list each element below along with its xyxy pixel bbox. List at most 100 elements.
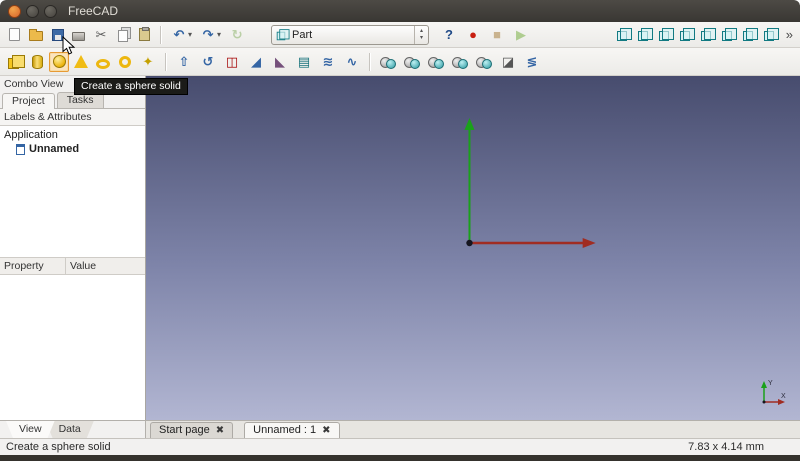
part-section-button[interactable]: ◪ bbox=[497, 52, 519, 72]
open-document-icon bbox=[29, 31, 43, 41]
tree-item-label: Application bbox=[4, 129, 58, 141]
viewport-canvas bbox=[146, 76, 800, 420]
view-top-button[interactable] bbox=[677, 26, 696, 44]
document-tabs: Start page ✖ Unnamed : 1 ✖ bbox=[146, 421, 800, 438]
panel-bottom-tabs: View Data bbox=[0, 421, 146, 438]
value-column-header[interactable]: Value bbox=[66, 258, 145, 274]
copy-button[interactable] bbox=[114, 26, 133, 44]
toolbar-separator bbox=[165, 53, 167, 71]
combo-spinner-icon[interactable]: ▴ ▾ bbox=[414, 26, 428, 44]
refresh-button[interactable]: ↻ bbox=[226, 26, 248, 44]
part-tube-icon bbox=[119, 56, 131, 68]
standard-toolbar: ✂↶▾↷▾↻ Part ▴ ▾ ?●■▶ » bbox=[0, 22, 800, 48]
part-boolean-icon bbox=[404, 55, 420, 69]
part-sweep-button[interactable]: ∿ bbox=[341, 52, 363, 72]
cut-icon: ✂ bbox=[93, 27, 109, 43]
window-maximize-button[interactable] bbox=[44, 5, 57, 18]
tab-project[interactable]: Project bbox=[2, 93, 55, 109]
part-cylinder-button[interactable] bbox=[27, 52, 47, 72]
part-chamfer-icon: ◣ bbox=[272, 54, 288, 70]
3d-viewport[interactable]: Y X bbox=[146, 76, 800, 420]
part-tube-button[interactable] bbox=[115, 52, 135, 72]
part-fillet-button[interactable]: ◢ bbox=[245, 52, 267, 72]
whats-this-button[interactable]: ? bbox=[438, 26, 460, 44]
tree-item-application[interactable]: Application bbox=[0, 128, 145, 142]
redo-button[interactable]: ↷▾ bbox=[197, 26, 224, 44]
part-cone-icon bbox=[74, 55, 88, 68]
copy-icon bbox=[118, 30, 128, 42]
property-editor bbox=[0, 275, 145, 420]
part-ruled-surface-button[interactable]: ▤ bbox=[293, 52, 315, 72]
part-primitives-button[interactable]: ✦ bbox=[137, 52, 159, 72]
dropdown-arrow-icon[interactable]: ▾ bbox=[188, 30, 192, 39]
part-box-button[interactable] bbox=[5, 52, 25, 72]
combo-down-arrow-icon[interactable]: ▾ bbox=[420, 35, 423, 42]
status-message: Create a sphere solid bbox=[6, 441, 111, 453]
part-cut-button[interactable] bbox=[425, 52, 447, 72]
view-rear-icon bbox=[722, 31, 732, 41]
part-torus-icon bbox=[96, 59, 110, 69]
part-section-icon: ◪ bbox=[500, 54, 516, 70]
tooltip: Create a sphere solid bbox=[74, 78, 188, 95]
property-column-header[interactable]: Property bbox=[0, 258, 66, 274]
part-revolve-icon: ↺ bbox=[200, 54, 216, 70]
view-left-button[interactable] bbox=[761, 26, 780, 44]
dropdown-arrow-icon[interactable]: ▾ bbox=[217, 30, 221, 39]
view-front-button[interactable] bbox=[656, 26, 675, 44]
part-compound-icon bbox=[380, 55, 396, 69]
workbench-selector[interactable]: Part ▴ ▾ bbox=[271, 25, 429, 45]
axis-indicator-icon: Y X bbox=[756, 376, 790, 408]
part-sweep-icon: ∿ bbox=[344, 54, 360, 70]
close-tab-icon[interactable]: ✖ bbox=[216, 425, 224, 436]
part-mirror-button[interactable]: ◫ bbox=[221, 52, 243, 72]
part-union-button[interactable] bbox=[449, 52, 471, 72]
view-rear-button[interactable] bbox=[719, 26, 738, 44]
tree-header: Labels & Attributes bbox=[0, 109, 145, 126]
view-front-icon bbox=[659, 31, 669, 41]
new-document-button[interactable] bbox=[5, 26, 24, 44]
part-torus-button[interactable] bbox=[93, 52, 113, 72]
mdi-tab-start-page[interactable]: Start page ✖ bbox=[150, 422, 233, 438]
view-fit-all-button[interactable] bbox=[614, 26, 633, 44]
view-right-button[interactable] bbox=[698, 26, 717, 44]
part-compound-button[interactable] bbox=[377, 52, 399, 72]
part-chamfer-button[interactable]: ◣ bbox=[269, 52, 291, 72]
cut-button[interactable]: ✂ bbox=[90, 26, 112, 44]
tab-view[interactable]: View bbox=[6, 421, 55, 438]
file-edit-icons: ✂↶▾↷▾↻ bbox=[4, 25, 249, 45]
undo-icon: ↶ bbox=[171, 27, 187, 43]
tab-label: Unnamed : 1 bbox=[253, 424, 316, 436]
part-revolve-button[interactable]: ↺ bbox=[197, 52, 219, 72]
combo-up-arrow-icon[interactable]: ▴ bbox=[420, 28, 423, 35]
mdi-tab-unnamed[interactable]: Unnamed : 1 ✖ bbox=[244, 422, 339, 438]
macro-stop-icon: ■ bbox=[489, 27, 505, 43]
macro-play-button[interactable]: ▶ bbox=[510, 26, 532, 44]
part-extrude-button[interactable]: ⇧ bbox=[173, 52, 195, 72]
part-loft-button[interactable]: ≋ bbox=[317, 52, 339, 72]
toolbar-separator bbox=[369, 53, 371, 71]
window-minimize-button[interactable] bbox=[26, 5, 39, 18]
macro-record-button[interactable]: ● bbox=[462, 26, 484, 44]
paste-button[interactable] bbox=[135, 26, 154, 44]
whats-this-icon: ? bbox=[441, 27, 457, 43]
part-cross-sections-button[interactable]: ≶ bbox=[521, 52, 543, 72]
view-axonometric-button[interactable] bbox=[635, 26, 654, 44]
undo-button[interactable]: ↶▾ bbox=[168, 26, 195, 44]
part-box-icon bbox=[8, 58, 19, 69]
part-boolean-button[interactable] bbox=[401, 52, 423, 72]
origin-point bbox=[466, 240, 472, 246]
tree-item-unnamed[interactable]: Unnamed bbox=[0, 142, 145, 156]
toolbar-overflow-button[interactable]: » bbox=[786, 27, 793, 42]
property-table-header: Property Value bbox=[0, 258, 145, 275]
part-toolbar: ✦ ⇧ ↺ ◫◢ ◣ ▤≋ ∿ ◪ ≶ bbox=[0, 48, 800, 76]
view-right-icon bbox=[701, 31, 711, 41]
open-document-button[interactable] bbox=[26, 26, 46, 44]
view-bottom-icon bbox=[743, 31, 753, 41]
view-bottom-button[interactable] bbox=[740, 26, 759, 44]
window-close-button[interactable] bbox=[8, 5, 21, 18]
close-tab-icon[interactable]: ✖ bbox=[322, 425, 330, 436]
view-left-icon bbox=[764, 31, 774, 41]
macro-stop-button[interactable]: ■ bbox=[486, 26, 508, 44]
workbench-selector-value: Part bbox=[288, 29, 414, 41]
part-intersection-button[interactable] bbox=[473, 52, 495, 72]
